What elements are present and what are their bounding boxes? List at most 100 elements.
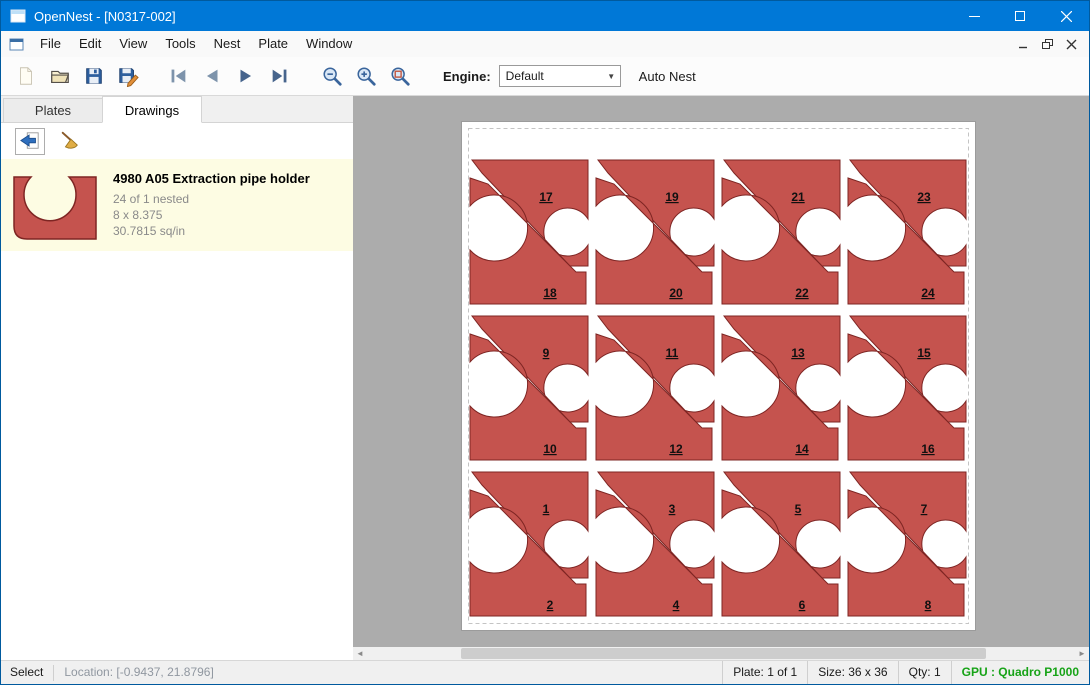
chevron-down-icon: ▼	[603, 72, 620, 81]
nest-part-number[interactable]: 1	[543, 502, 550, 516]
maximize-button[interactable]	[997, 1, 1043, 31]
menu-edit[interactable]: Edit	[70, 31, 110, 57]
scroll-left-icon[interactable]: ◄	[353, 647, 367, 660]
next-plate-button[interactable]	[229, 61, 263, 91]
import-icon	[19, 131, 41, 151]
menu-view[interactable]: View	[110, 31, 156, 57]
zoom-fit-icon	[389, 65, 411, 87]
nest-plate[interactable]: 171819202122232491011121314151612345678	[461, 121, 976, 631]
engine-select[interactable]: Default ▼	[499, 65, 621, 87]
save-icon	[83, 65, 105, 87]
clear-drawings-button[interactable]	[55, 128, 85, 155]
nest-part-number[interactable]: 24	[921, 286, 935, 300]
zoom-in-button[interactable]	[349, 61, 383, 91]
drawing-canvas[interactable]: 171819202122232491011121314151612345678	[353, 96, 1089, 647]
window-title: OpenNest - [N0317-002]	[34, 9, 176, 24]
menu-tools[interactable]: Tools	[156, 31, 204, 57]
nest-part-number[interactable]: 13	[791, 346, 805, 360]
nest-part-number[interactable]: 9	[543, 346, 550, 360]
tab-plates[interactable]: Plates	[3, 98, 103, 122]
menu-file[interactable]: File	[31, 31, 70, 57]
nest-part-number[interactable]: 14	[795, 442, 809, 456]
save-edit-icon	[117, 65, 139, 87]
nest-part-number[interactable]: 2	[547, 598, 554, 612]
broom-icon	[59, 131, 81, 151]
nest-part-number[interactable]: 23	[917, 190, 931, 204]
nest-part-number[interactable]: 12	[669, 442, 683, 456]
nest-part-number[interactable]: 20	[669, 286, 683, 300]
engine-label: Engine:	[443, 69, 491, 84]
drawing-dimensions: 8 x 8.375	[113, 207, 310, 223]
previous-plate-button[interactable]	[195, 61, 229, 91]
save-plate-button[interactable]	[111, 61, 145, 91]
app-window: OpenNest - [N0317-002] File Edit View To…	[0, 0, 1090, 685]
last-arrow-icon	[269, 65, 291, 87]
menu-bar: File Edit View Tools Nest Plate Window	[1, 31, 1089, 57]
zoom-out-icon	[321, 65, 343, 87]
zoom-fit-button[interactable]	[383, 61, 417, 91]
menu-window[interactable]: Window	[297, 31, 361, 57]
scrollbar-thumb[interactable]	[461, 648, 986, 659]
next-arrow-icon	[235, 65, 257, 87]
nest-part-number[interactable]: 6	[799, 598, 806, 612]
app-icon	[10, 9, 26, 23]
mdi-minimize-icon[interactable]	[1011, 34, 1035, 54]
status-bar: Select Location: [-0.9437, 21.8796] Plat…	[1, 660, 1089, 684]
menu-plate[interactable]: Plate	[249, 31, 297, 57]
drawings-list: 4980 A05 Extraction pipe holder 24 of 1 …	[1, 159, 353, 660]
document-icon	[9, 37, 25, 52]
status-qty: Qty: 1	[898, 661, 951, 684]
menu-nest[interactable]: Nest	[205, 31, 250, 57]
title-bar: OpenNest - [N0317-002]	[1, 1, 1089, 31]
drawing-title: 4980 A05 Extraction pipe holder	[113, 171, 310, 186]
status-plate: Plate: 1 of 1	[722, 661, 807, 684]
auto-nest-button[interactable]: Auto Nest	[639, 69, 696, 84]
nest-part-number[interactable]: 7	[921, 502, 928, 516]
nest-part-number[interactable]: 19	[665, 190, 679, 204]
nest-part-number[interactable]: 16	[921, 442, 935, 456]
status-size: Size: 36 x 36	[807, 661, 897, 684]
status-gpu: GPU : Quadro P1000	[951, 661, 1089, 684]
scroll-right-icon[interactable]: ►	[1075, 647, 1089, 660]
zoom-out-button[interactable]	[315, 61, 349, 91]
nest-part-number[interactable]: 21	[791, 190, 805, 204]
first-plate-button[interactable]	[161, 61, 195, 91]
nest-part-number[interactable]: 15	[917, 346, 931, 360]
nest-part-number[interactable]: 11	[666, 346, 679, 360]
tab-drawings[interactable]: Drawings	[102, 96, 202, 123]
new-file-icon	[15, 65, 37, 87]
first-arrow-icon	[167, 65, 189, 87]
main-toolbar: Engine: Default ▼ Auto Nest	[1, 57, 1089, 96]
open-folder-icon	[49, 65, 71, 87]
horizontal-scrollbar[interactable]: ◄ ►	[353, 647, 1089, 660]
part-thumbnail	[11, 167, 99, 243]
save-button[interactable]	[77, 61, 111, 91]
close-button[interactable]	[1043, 1, 1089, 31]
last-plate-button[interactable]	[263, 61, 297, 91]
nest-part-number[interactable]: 4	[673, 598, 680, 612]
mdi-close-icon[interactable]	[1059, 34, 1083, 54]
nest-part-number[interactable]: 5	[795, 502, 802, 516]
drawing-list-item[interactable]: 4980 A05 Extraction pipe holder 24 of 1 …	[1, 159, 353, 251]
drawing-area: 30.7815 sq/in	[113, 223, 310, 239]
mdi-restore-icon[interactable]	[1035, 34, 1059, 54]
previous-arrow-icon	[201, 65, 223, 87]
status-mode: Select	[1, 661, 53, 684]
nest-part-number[interactable]: 18	[543, 286, 557, 300]
drawing-nested-count: 24 of 1 nested	[113, 191, 310, 207]
zoom-in-icon	[355, 65, 377, 87]
new-button[interactable]	[9, 61, 43, 91]
nest-part-number[interactable]: 10	[543, 442, 557, 456]
engine-value: Default	[500, 69, 603, 83]
import-drawing-button[interactable]	[15, 128, 45, 155]
drawings-toolbar	[1, 123, 353, 159]
nest-part-number[interactable]: 3	[669, 502, 676, 516]
left-panel: Plates Drawings	[1, 96, 353, 660]
status-location: Location: [-0.9437, 21.8796]	[54, 661, 223, 684]
open-button[interactable]	[43, 61, 77, 91]
nest-part-number[interactable]: 17	[539, 190, 553, 204]
nest-part-number[interactable]: 8	[925, 598, 932, 612]
nest-part-number[interactable]: 22	[795, 286, 809, 300]
minimize-button[interactable]	[951, 1, 997, 31]
tab-strip: Plates Drawings	[1, 96, 353, 123]
